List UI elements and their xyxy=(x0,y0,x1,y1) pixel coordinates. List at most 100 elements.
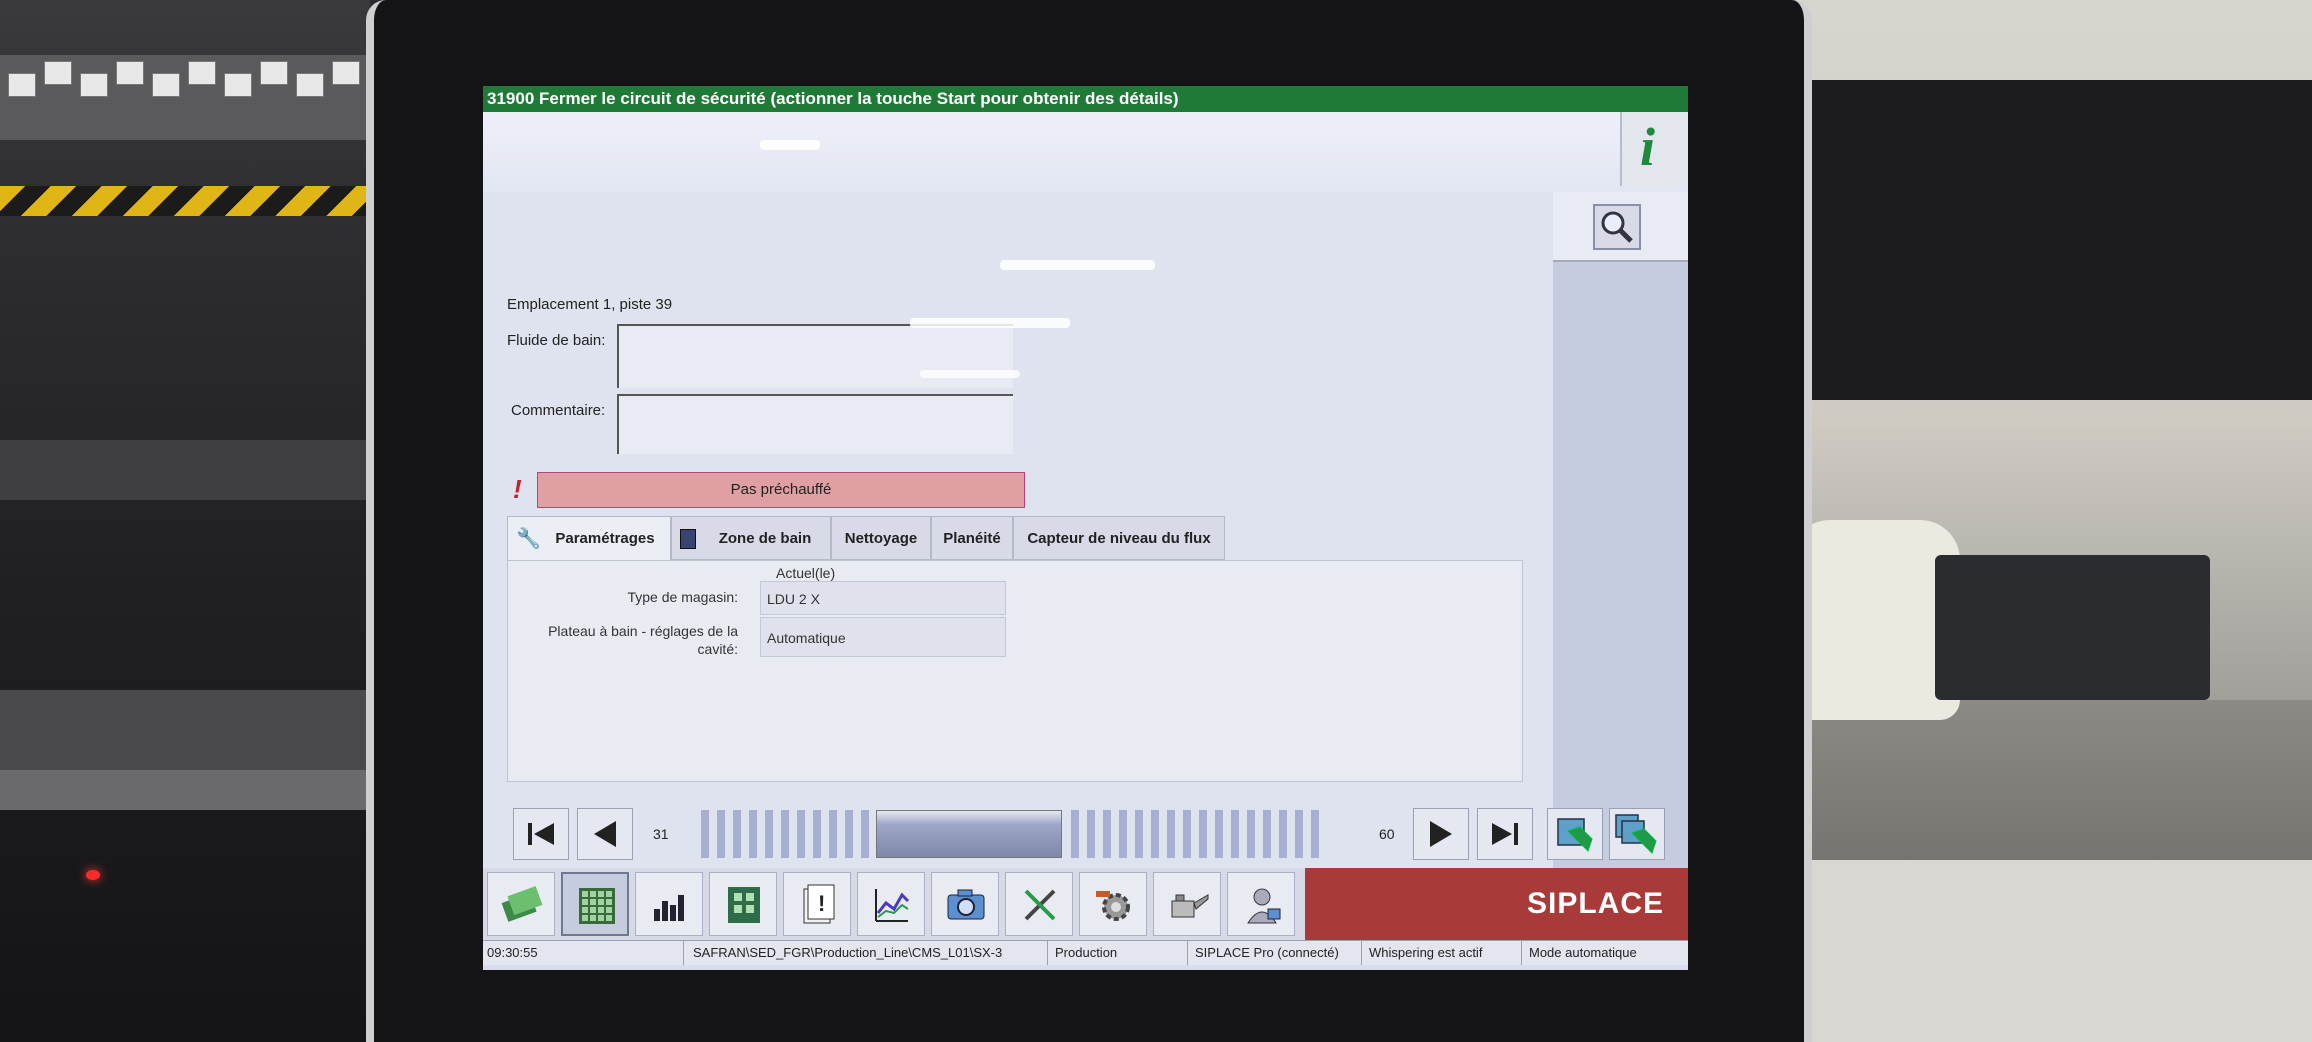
status-led xyxy=(86,870,100,880)
value-type-magasin[interactable]: LDU 2 X xyxy=(760,581,1006,615)
camera-button[interactable] xyxy=(931,872,999,936)
go-all-button[interactable] xyxy=(1609,808,1665,860)
column-header-actuel: Actuel(le) xyxy=(776,565,836,581)
feeder-tag xyxy=(116,61,144,85)
row-label-plateau-line2: cavité: xyxy=(697,641,738,657)
board-icon xyxy=(728,887,760,923)
screen-glare xyxy=(1000,260,1155,270)
previous-page-button[interactable] xyxy=(577,808,633,860)
next-page-button[interactable] xyxy=(1413,808,1469,860)
warning-row: ! Pas préchauffé xyxy=(483,468,1553,508)
gear-settings-button[interactable] xyxy=(1079,872,1147,936)
tab-label: Planéité xyxy=(943,530,1001,547)
feeder-tag xyxy=(152,73,180,97)
hazard-stripe xyxy=(0,186,370,216)
tab-label: Nettoyage xyxy=(844,530,918,547)
wrench-icon: 🔧 xyxy=(516,528,541,550)
tab-planeite[interactable]: Planéité xyxy=(931,516,1013,560)
feeder-tag xyxy=(224,73,252,97)
tab-capteur-niveau-flux[interactable]: Capteur de niveau du flux xyxy=(1013,516,1225,560)
top-strip xyxy=(483,112,1688,192)
service-person-button[interactable] xyxy=(1227,872,1295,936)
tools-button[interactable] xyxy=(1005,872,1073,936)
skip-end-icon xyxy=(1492,823,1518,845)
feeders-icon xyxy=(501,886,543,922)
feeder-tag xyxy=(44,61,72,85)
tab-label: Paramétrages xyxy=(555,530,655,547)
warning-icon: ! xyxy=(513,474,522,504)
camera-icon xyxy=(947,889,985,920)
screen-glare xyxy=(760,140,820,150)
triangle-left-icon xyxy=(594,821,616,847)
last-page-button[interactable] xyxy=(1477,808,1533,860)
first-page-button[interactable] xyxy=(513,808,569,860)
feeder-rack xyxy=(0,55,370,140)
error-title-bar[interactable]: 31900 Fermer le circuit de sécurité (act… xyxy=(483,86,1688,112)
tab-label: Zone de bain xyxy=(718,530,812,547)
document-warning-button[interactable]: ! xyxy=(783,872,851,936)
feeder-tag xyxy=(260,61,288,85)
feeder-tag xyxy=(188,61,216,85)
oil-can-icon xyxy=(1171,894,1209,918)
row-label-plateau-line1: Plateau à bain - réglages de la xyxy=(548,623,738,639)
service-person-icon xyxy=(1247,888,1281,924)
fluid-field[interactable] xyxy=(617,324,1013,388)
status-mode: Production xyxy=(1055,945,1118,960)
status-time: 09:30:55 xyxy=(487,945,538,960)
line-chart-button[interactable] xyxy=(857,872,925,936)
comment-label: Commentaire: xyxy=(511,402,606,419)
green-arrow-icon xyxy=(1557,818,1593,852)
tab-zone-de-bain[interactable]: Zone de bain xyxy=(671,516,831,560)
page-start-number: 31 xyxy=(653,826,669,842)
machine-shelf xyxy=(0,770,390,810)
fluid-label: Fluide de bain: xyxy=(507,332,606,349)
slider-thumb[interactable] xyxy=(876,810,1062,858)
info-icon: i xyxy=(1640,117,1656,177)
screen-glare xyxy=(920,370,1020,378)
row-label-type-magasin: Type de magasin: xyxy=(627,589,738,605)
tab-parametrages[interactable]: 🔧 Paramétrages xyxy=(507,516,671,560)
siplace-logo: SIPLACE xyxy=(1305,868,1688,940)
screen-glare xyxy=(910,318,1070,328)
info-button[interactable]: i xyxy=(1620,112,1688,186)
table-grid-button[interactable] xyxy=(561,872,629,936)
tab-nettoyage[interactable]: Nettoyage xyxy=(831,516,931,560)
feeder-tag xyxy=(332,61,360,85)
warning-status-bar: Pas préchauffé xyxy=(537,472,1025,508)
feeder-tag xyxy=(296,73,324,97)
table-grid-icon xyxy=(579,888,615,924)
tab-label: Capteur de niveau du flux xyxy=(1027,530,1211,547)
right-column xyxy=(1553,192,1688,882)
triangle-right-icon xyxy=(1430,821,1452,847)
background-counter xyxy=(1790,860,2312,1042)
background-monitor xyxy=(1795,80,2312,400)
tools-icon xyxy=(1024,889,1056,921)
background-machine-left xyxy=(0,0,370,1042)
feeder-tag xyxy=(80,73,108,97)
status-whisper: Whispering est actif xyxy=(1369,945,1483,960)
bar-chart-icon xyxy=(654,895,684,921)
go-single-button[interactable] xyxy=(1547,808,1603,860)
value-plateau-bain[interactable]: Automatique xyxy=(760,617,1006,657)
svg-text:!: ! xyxy=(818,891,825,916)
settings-panel: Actuel(le) Type de magasin: LDU 2 X Plat… xyxy=(507,560,1523,782)
double-green-arrow-icon xyxy=(1615,814,1657,854)
magnifier-icon[interactable] xyxy=(1593,204,1641,250)
machine-shelf xyxy=(0,440,370,500)
bar-chart-button[interactable] xyxy=(635,872,703,936)
line-chart-icon xyxy=(875,889,910,922)
location-label: Emplacement 1, piste 39 xyxy=(507,296,673,313)
feeders-button[interactable] xyxy=(487,872,555,936)
machine-shelf xyxy=(0,690,390,770)
feeder-tag xyxy=(8,73,36,97)
oil-can-button[interactable] xyxy=(1153,872,1221,936)
status-path: SAFRAN\SED_FGR\Production_Line\CMS_L01\S… xyxy=(693,945,1003,960)
machine-hmi-screen: 31900 Fermer le circuit de sécurité (act… xyxy=(483,86,1688,970)
gear-settings-icon xyxy=(1096,891,1130,921)
background-keyboard xyxy=(1935,555,2210,700)
board-button[interactable] xyxy=(709,872,777,936)
page-end-number: 60 xyxy=(1379,826,1395,842)
page-slider[interactable] xyxy=(701,810,1331,858)
comment-field[interactable] xyxy=(617,394,1013,454)
book-icon xyxy=(680,529,696,549)
